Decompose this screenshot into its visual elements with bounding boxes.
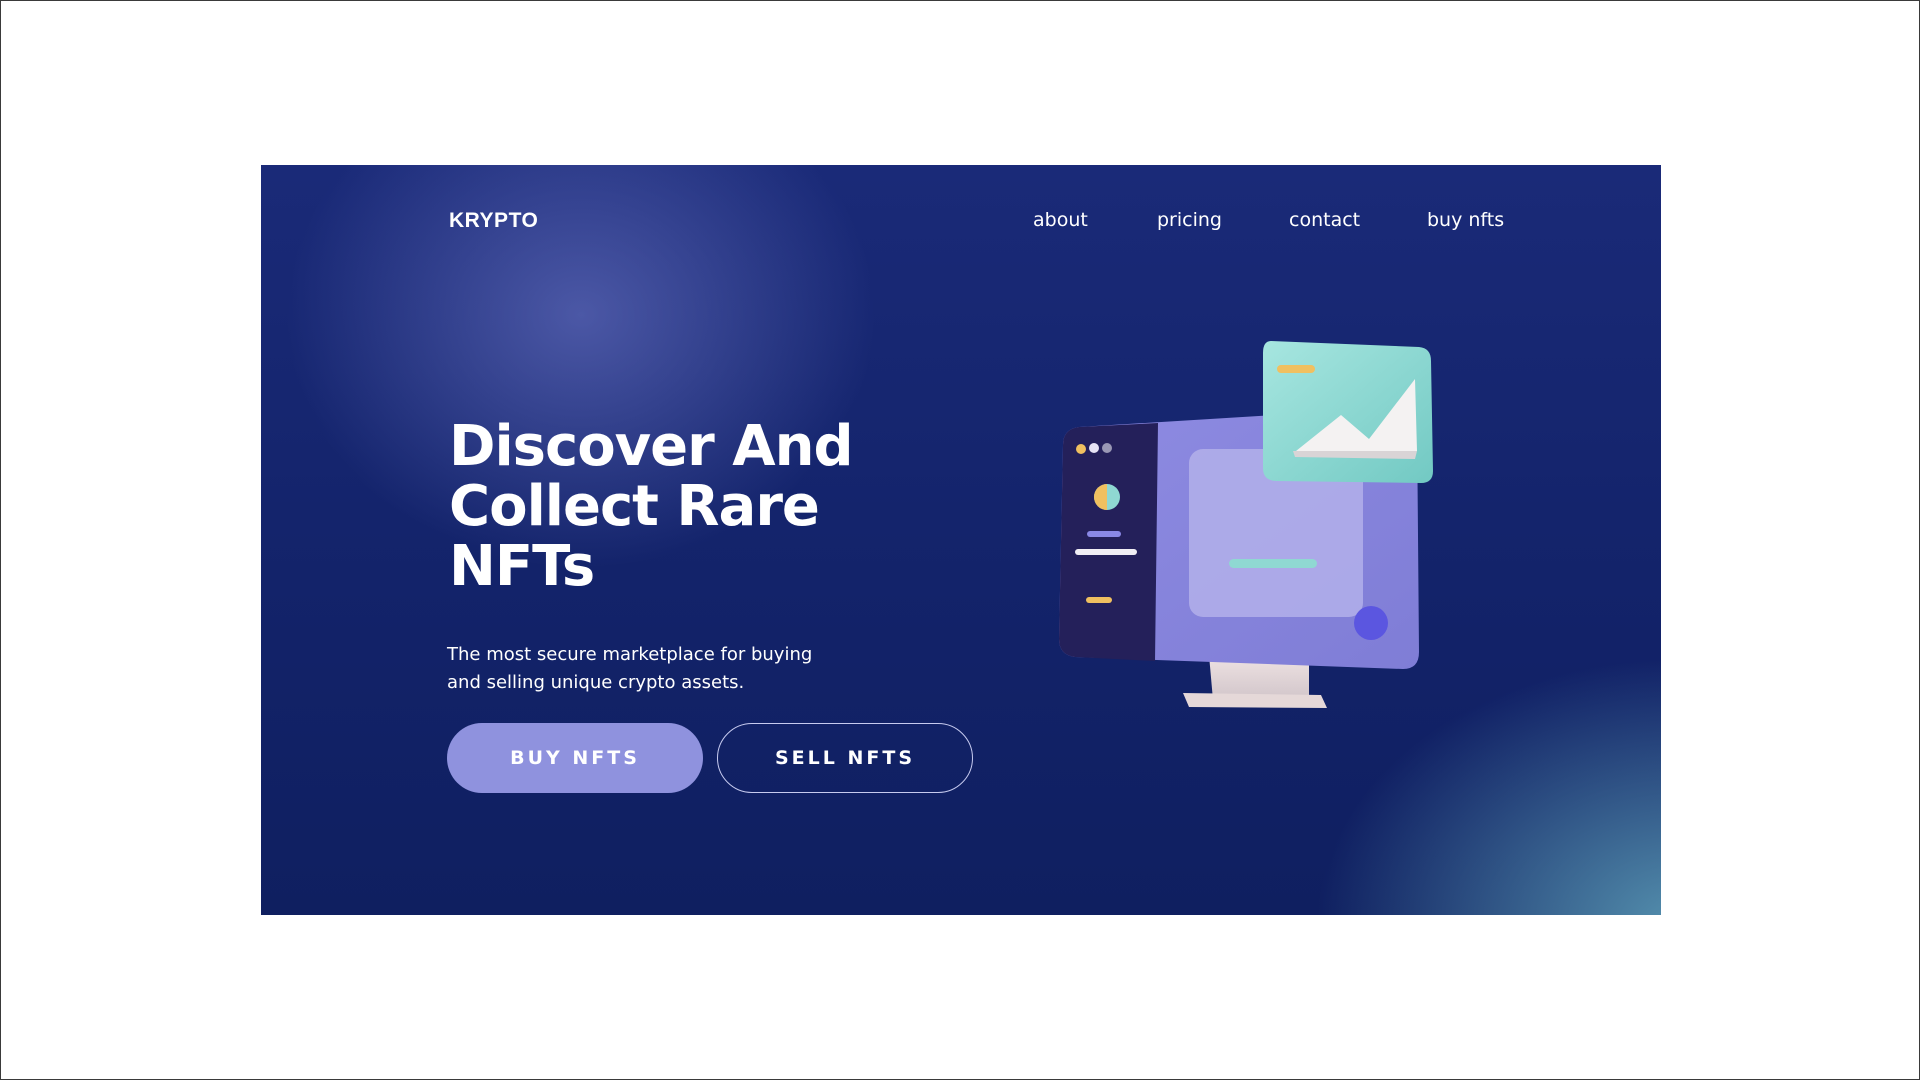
headline-line: NFTs [449,534,595,599]
headline-line: Discover And [449,414,854,479]
main-nav: about pricing contact buy nfts [261,209,1661,239]
nav-link-buy-nfts[interactable]: buy nfts [1427,209,1504,231]
nav-link-pricing[interactable]: pricing [1157,209,1222,231]
inner-panel-bar-icon [1229,559,1317,568]
computer-monitor-illustration-icon [1059,341,1433,708]
hero-section: KRYPTO about pricing contact buy nfts Di… [261,165,1661,915]
sidebar-bar-icon [1086,597,1112,603]
sell-nfts-button[interactable]: SELL NFTS [717,723,973,793]
window-dot-icon [1102,443,1112,453]
subtext-line: The most secure marketplace for buying [447,644,813,665]
subtext-line: and selling unique crypto assets. [447,672,745,693]
image-card-tag-icon [1277,365,1315,373]
monitor-sidebar [1059,423,1158,661]
nav-link-contact[interactable]: contact [1289,209,1360,231]
sidebar-bar-icon [1087,531,1121,537]
buy-nfts-button[interactable]: BUY NFTS [447,723,703,793]
headline-line: Collect Rare [449,474,820,539]
nav-link-about[interactable]: about [1033,209,1088,231]
window-dot-icon [1089,443,1099,453]
monitor-button-icon [1354,606,1388,640]
sidebar-bar-icon [1075,549,1137,555]
monitor-base [1183,693,1327,708]
window-dot-icon [1076,444,1086,454]
page-frame: KRYPTO about pricing contact buy nfts Di… [0,0,1920,1080]
hero-subtext: The most secure marketplace for buying a… [447,641,827,697]
hero-headline: Discover And Collect Rare NFTs [449,417,929,597]
